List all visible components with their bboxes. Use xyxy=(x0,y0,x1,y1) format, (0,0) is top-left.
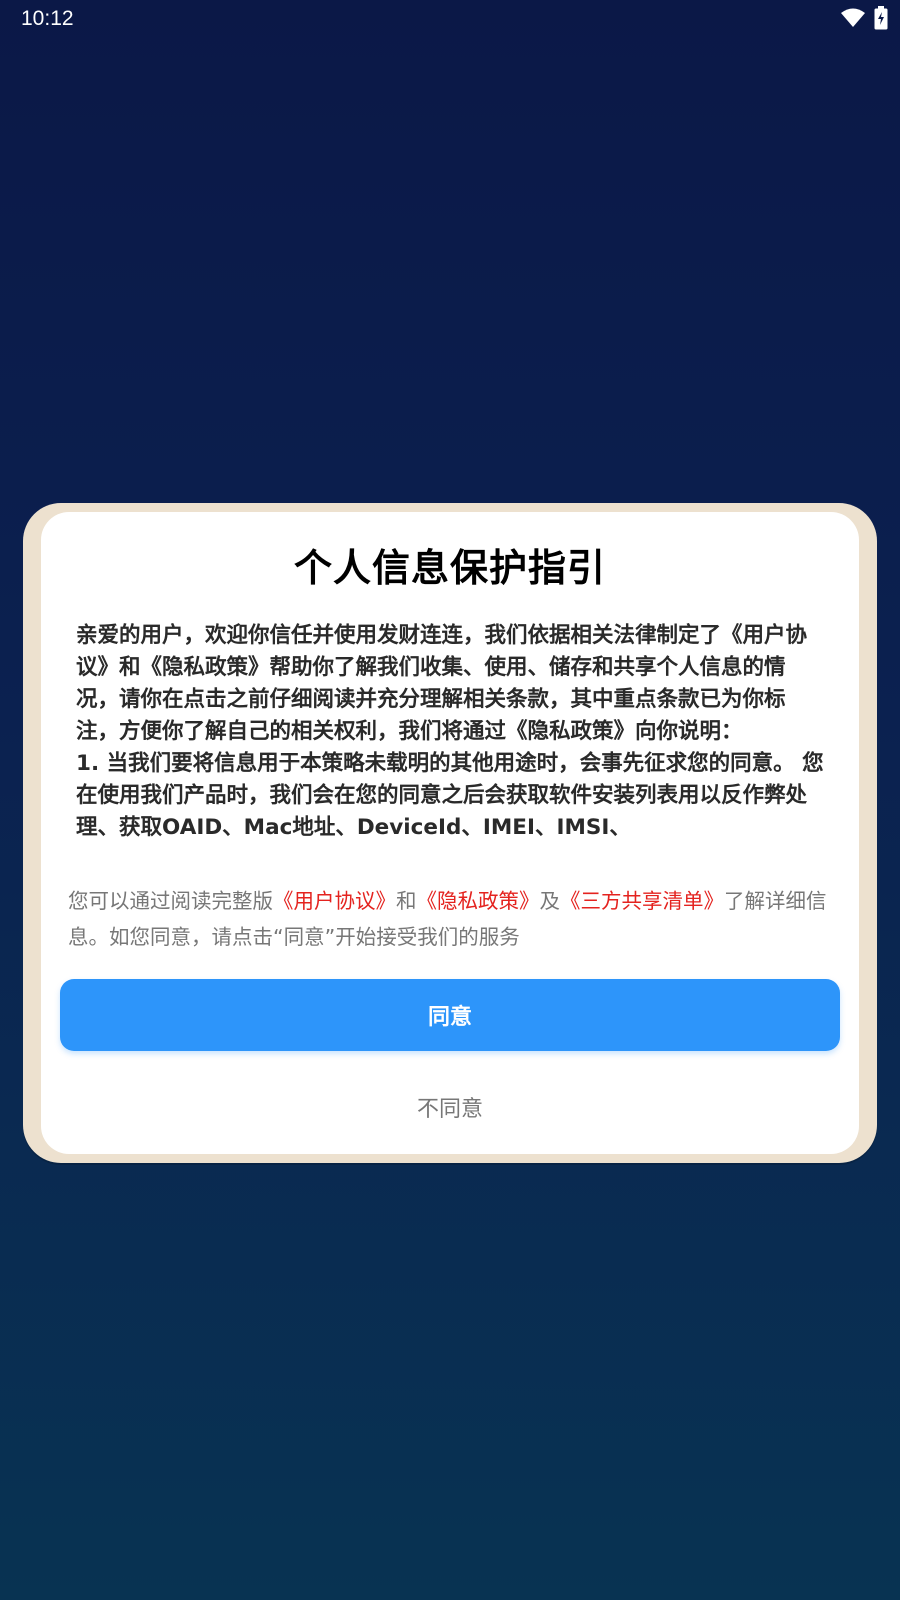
policy-text: 亲爱的用户，欢迎你信任并使用发财连连，我们依据相关法律制定了《用户协议》和《隐私… xyxy=(76,623,824,840)
disagree-button[interactable]: 不同意 xyxy=(300,1085,600,1129)
status-bar: 10:12 xyxy=(0,0,900,36)
third-party-list-link[interactable]: 《三方共享清单》 xyxy=(560,889,724,913)
user-agreement-link[interactable]: 《用户协议》 xyxy=(273,889,396,913)
dialog-title: 个人信息保护指引 xyxy=(293,546,606,590)
battery-charging-icon xyxy=(874,6,888,34)
wifi-icon xyxy=(840,7,866,33)
summary-prefix: 您可以通过阅读完整版 xyxy=(68,889,273,913)
privacy-policy-link[interactable]: 《隐私政策》 xyxy=(417,889,540,913)
summary-and: 和 xyxy=(396,889,417,913)
policy-text-scroll[interactable]: 亲爱的用户，欢迎你信任并使用发财连连，我们依据相关法律制定了《用户协议》和《隐私… xyxy=(76,620,824,868)
status-icons xyxy=(840,6,888,34)
summary-text: 您可以通过阅读完整版《用户协议》和《隐私政策》及《三方共享清单》了解详细信息。如… xyxy=(68,883,838,955)
status-time: 10:12 xyxy=(21,7,74,30)
summary-also: 及 xyxy=(539,889,561,913)
agree-button[interactable]: 同意 xyxy=(60,979,840,1051)
